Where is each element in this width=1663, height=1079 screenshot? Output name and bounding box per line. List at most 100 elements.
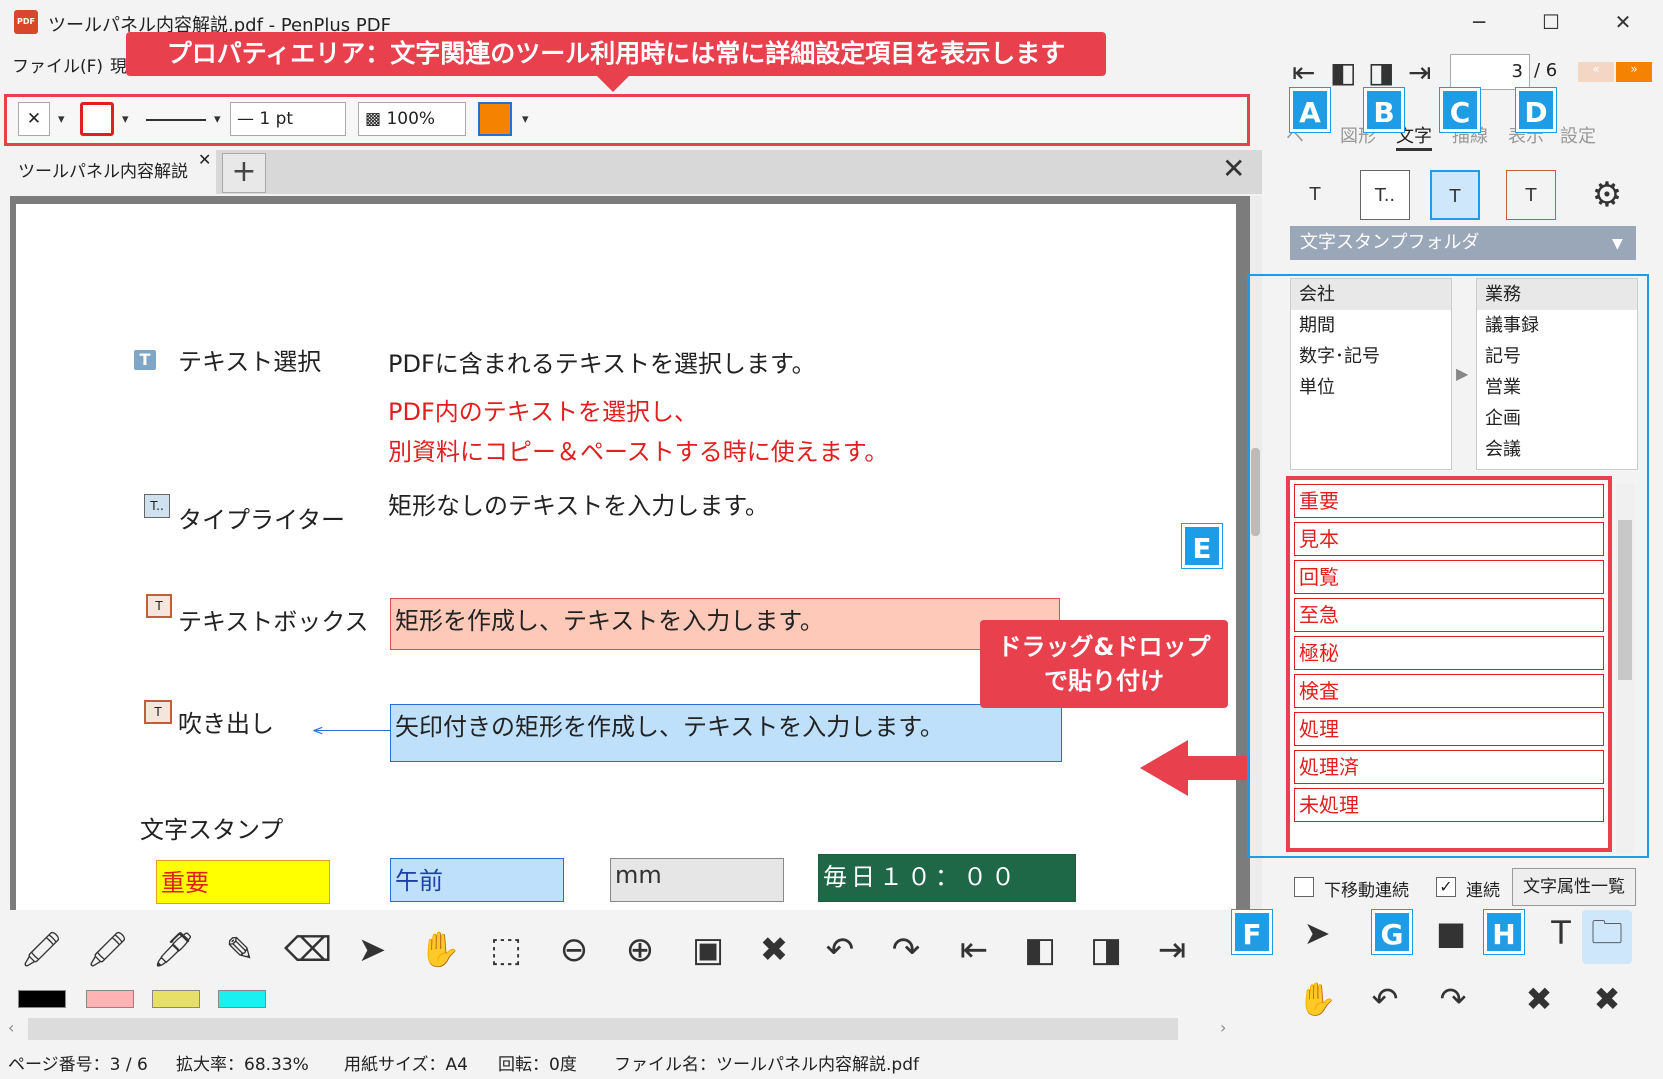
list-item[interactable]: 数字･記号 <box>1291 341 1451 372</box>
add-tab-button[interactable]: + <box>222 153 266 193</box>
prev-page-icon[interactable]: ◧ <box>1330 56 1356 89</box>
callout-tool[interactable]: T <box>1506 170 1556 220</box>
folder-list-left[interactable]: 会社 期間 数字･記号 単位 <box>1290 278 1452 470</box>
status-rotate: 回転：0度 <box>498 1055 577 1075</box>
close-tab-icon[interactable]: ✕ <box>198 150 211 169</box>
color-swatch[interactable] <box>218 990 266 1008</box>
pointer-icon[interactable]: ➤ <box>1292 914 1342 952</box>
list-item[interactable]: 企画 <box>1477 403 1637 434</box>
next-page-icon[interactable]: ◨ <box>1084 930 1128 970</box>
status-zoom: 拡大率：68.33% <box>176 1055 309 1075</box>
last-page-icon[interactable]: ⇥ <box>1150 930 1194 970</box>
chevron-down-icon[interactable]: ▼ <box>1612 236 1623 252</box>
badge-b: B <box>1364 88 1404 132</box>
menu-edit[interactable]: 現 <box>110 52 127 77</box>
forward-icon[interactable]: » <box>1616 62 1652 82</box>
stamp-item[interactable]: 検査 <box>1294 674 1604 708</box>
border-color-swatch[interactable] <box>80 102 114 136</box>
first-page-icon[interactable]: ⇤ <box>952 930 996 970</box>
stamp-item[interactable]: 見本 <box>1294 522 1604 556</box>
list-item[interactable]: 会社 <box>1291 279 1451 310</box>
chevron-down-icon[interactable]: ▾ <box>58 112 65 127</box>
list-item[interactable]: 営業 <box>1477 372 1637 403</box>
actual-size-icon[interactable]: ▣ <box>686 930 730 970</box>
stamp-item[interactable]: 重要 <box>1294 484 1604 518</box>
hand-icon[interactable]: ✋ <box>1292 980 1342 1018</box>
stamp-item[interactable]: 処理 <box>1294 712 1604 746</box>
continuous-checkbox[interactable]: ✓ <box>1436 877 1456 897</box>
page-number-input[interactable]: 3 <box>1450 54 1530 90</box>
highlighter-icon[interactable]: 🖍 <box>20 930 64 970</box>
stamp-item[interactable]: 至急 <box>1294 598 1604 632</box>
hand-icon[interactable]: ✋ <box>418 930 462 970</box>
eraser-icon[interactable]: ⌫ <box>284 930 332 970</box>
first-page-icon[interactable]: ⇤ <box>1292 56 1315 89</box>
color-swatch[interactable] <box>18 990 66 1008</box>
fill-color-swatch[interactable] <box>478 102 512 136</box>
chevron-down-icon[interactable]: ▾ <box>522 112 529 127</box>
stamp-item[interactable]: 回覧 <box>1294 560 1604 594</box>
close-window-button[interactable]: ✕ <box>1588 0 1658 44</box>
opacity-select[interactable]: ▩ 100% <box>358 102 466 136</box>
marker-icon[interactable]: 🖊 <box>152 930 196 970</box>
list-item[interactable]: 会議 <box>1477 434 1637 465</box>
chevron-down-icon[interactable]: ▾ <box>214 112 221 127</box>
line-width-select[interactable]: — 1 pt <box>230 102 346 136</box>
color-swatch[interactable] <box>86 990 134 1008</box>
scroll-right-icon[interactable]: › <box>1220 1018 1226 1037</box>
redo-icon[interactable]: ↷ <box>884 930 928 970</box>
text-select-tool[interactable]: T <box>1290 170 1340 220</box>
stamp-item[interactable]: 極秘 <box>1294 636 1604 670</box>
folder-list-right[interactable]: 業務 議事録 記号 営業 企画 会議 <box>1476 278 1638 470</box>
text-attr-list-button[interactable]: 文字属性一覧 <box>1512 868 1636 906</box>
text-edit-icon[interactable]: T <box>1536 914 1586 952</box>
typewriter-tool[interactable]: T.. <box>1360 170 1410 220</box>
line-style-preview[interactable] <box>146 119 206 121</box>
undo-icon[interactable]: ↶ <box>818 930 862 970</box>
next-page-icon[interactable]: ◨ <box>1368 56 1394 89</box>
callout-sample: 矢印付きの矩形を作成し、テキストを入力します。 <box>390 704 1062 762</box>
prev-page-icon[interactable]: ◧ <box>1018 930 1062 970</box>
zoom-out-icon[interactable]: ⊖ <box>552 930 596 970</box>
redo-icon[interactable]: ↷ <box>1428 980 1478 1018</box>
delete-page-icon[interactable]: ✖ <box>1582 980 1632 1018</box>
back-icon[interactable]: « <box>1578 62 1614 82</box>
list-item[interactable]: 議事録 <box>1477 310 1637 341</box>
select-area-icon[interactable]: ⬚ <box>484 930 528 970</box>
undo-icon[interactable]: ↶ <box>1360 980 1410 1018</box>
list-item[interactable]: 期間 <box>1291 310 1451 341</box>
pdf-page[interactable]: T テキスト選択 PDFに含まれるテキストを選択します。 PDF内のテキストを選… <box>16 204 1236 910</box>
stamp-item[interactable]: 処理済 <box>1294 750 1604 784</box>
list-item[interactable]: 記号 <box>1477 341 1637 372</box>
menu-file[interactable]: ファイル(F) <box>12 52 103 77</box>
chevron-down-icon[interactable]: ▾ <box>122 112 129 127</box>
list-item[interactable]: 単位 <box>1291 372 1451 403</box>
highlighter-2-icon[interactable]: 🖍 <box>86 930 130 970</box>
stamp-list[interactable]: 重要 見本 回覧 至急 極秘 検査 処理 処理済 未処理 <box>1286 476 1612 852</box>
clear-button[interactable]: ✕ <box>18 102 50 136</box>
zoom-in-icon[interactable]: ⊕ <box>618 930 662 970</box>
stamp-folder-select[interactable]: 文字スタンプフォルダ <box>1290 226 1636 260</box>
close-document-button[interactable]: ✕ <box>1222 152 1245 185</box>
gear-icon[interactable]: ⚙ <box>1582 170 1632 220</box>
folder-open-icon[interactable]: 🗀 <box>1582 910 1632 964</box>
last-page-icon[interactable]: ⇥ <box>1408 56 1431 89</box>
textbox-tool[interactable]: T <box>1430 170 1480 220</box>
tab-settings[interactable]: 設定 <box>1560 122 1596 148</box>
opacity-value: 100% <box>386 109 436 129</box>
minimize-button[interactable]: ─ <box>1444 0 1514 44</box>
horizontal-scrollbar[interactable] <box>28 1018 1178 1040</box>
stamp-item[interactable]: 未処理 <box>1294 788 1604 822</box>
pointer-icon[interactable]: ➤ <box>350 930 394 970</box>
move-down-checkbox[interactable] <box>1294 877 1314 897</box>
scroll-thumb[interactable] <box>1618 520 1632 680</box>
scroll-left-icon[interactable]: ‹ <box>8 1018 14 1037</box>
tab-document[interactable]: ツールパネル内容解説 <box>10 150 216 194</box>
layer-icon[interactable]: ■ <box>1426 914 1476 952</box>
delete-page-icon[interactable]: ✖ <box>752 930 796 970</box>
text-marker-icon[interactable]: ✎ <box>218 930 262 970</box>
color-swatch[interactable] <box>152 990 200 1008</box>
maximize-button[interactable]: ☐ <box>1516 0 1586 44</box>
list-item[interactable]: 業務 <box>1477 279 1637 310</box>
delete-icon[interactable]: ✖ <box>1514 980 1564 1018</box>
